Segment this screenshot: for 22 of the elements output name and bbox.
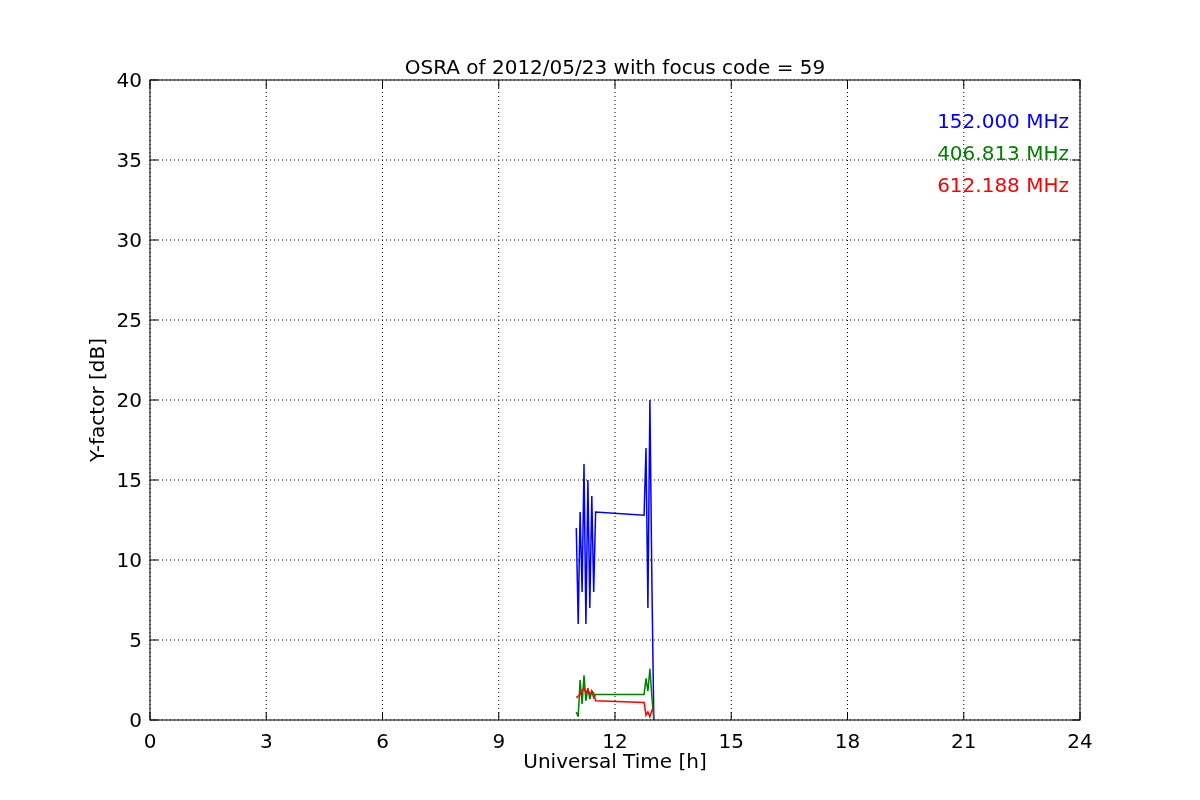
tick-label: 35 bbox=[116, 148, 142, 172]
tick-label: 15 bbox=[116, 468, 142, 492]
tick-label: 21 bbox=[951, 729, 977, 753]
tick-label: 10 bbox=[116, 548, 142, 572]
tick-label: 24 bbox=[1067, 729, 1093, 753]
tick-label: 5 bbox=[129, 628, 142, 652]
tick-label: 3 bbox=[259, 729, 273, 753]
tick-label: 40 bbox=[116, 68, 142, 92]
tick-label: 0 bbox=[143, 729, 157, 753]
tick-label: 15 bbox=[718, 729, 744, 753]
tick-label: 25 bbox=[116, 308, 142, 332]
tick-label: 9 bbox=[492, 729, 506, 753]
tick-label: 30 bbox=[116, 228, 142, 252]
tick-label: 0 bbox=[129, 708, 142, 732]
tick-label: 18 bbox=[834, 729, 861, 753]
legend-label: 612.188 MHz bbox=[937, 173, 1069, 197]
chart-title: OSRA of 2012/05/23 with focus code = 59 bbox=[404, 55, 826, 79]
y-axis-label: Y-factor [dB] bbox=[85, 338, 109, 462]
legend-label: 152.000 MHz bbox=[937, 109, 1069, 133]
legend-label: 406.813 MHz bbox=[937, 141, 1069, 165]
tick-label: 20 bbox=[116, 388, 142, 412]
tick-label: 6 bbox=[376, 729, 389, 753]
